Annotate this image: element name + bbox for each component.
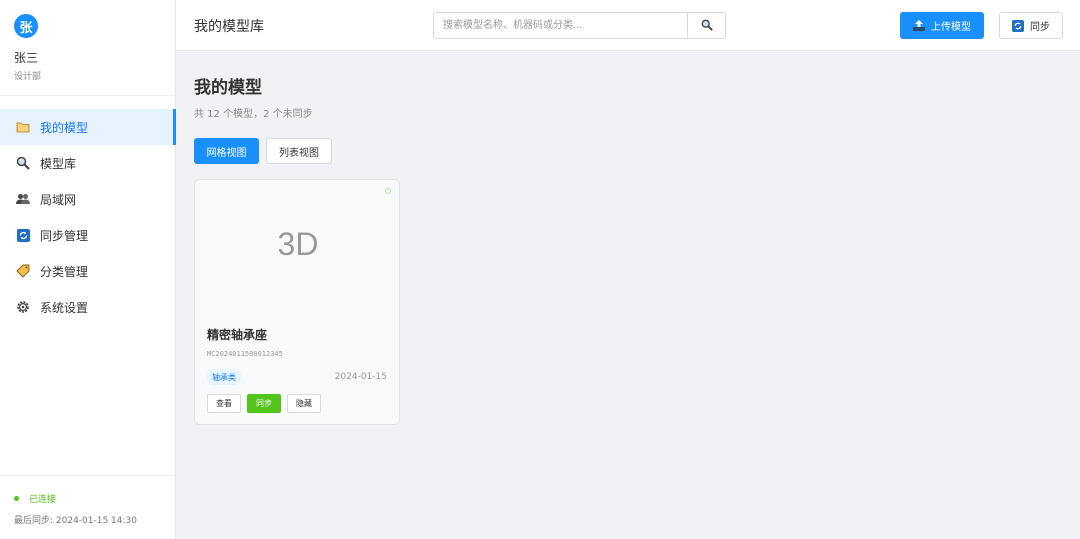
top-header: 我的模型库 上传模型 同步 <box>176 0 1080 51</box>
sidebar-item-sync-management[interactable]: 同步管理 <box>0 217 175 253</box>
sidebar-item-lan[interactable]: 局域网 <box>0 181 175 217</box>
users-icon <box>16 192 30 206</box>
card-actions: 查看 同步 隐藏 <box>207 394 327 413</box>
gear-icon <box>16 300 30 314</box>
upload-icon <box>913 20 925 31</box>
search-button[interactable] <box>687 13 725 38</box>
last-sync-time: 最后同步: 2024-01-15 14:30 <box>14 516 137 526</box>
sidebar-item-label: 同步管理 <box>40 228 89 243</box>
sidebar-item-model-library[interactable]: 模型库 <box>0 145 175 181</box>
status-dot-icon <box>14 496 19 501</box>
model-name: 精密轴承座 <box>207 328 268 342</box>
search-icon <box>16 156 30 170</box>
hide-button[interactable]: 隐藏 <box>287 394 321 413</box>
sidebar-item-label: 模型库 <box>40 156 77 171</box>
sidebar-item-label: 分类管理 <box>40 264 89 279</box>
connection-status: 已连接 最后同步: 2024-01-15 14:30 <box>0 475 175 539</box>
sidebar-item-category-management[interactable]: 分类管理 <box>0 253 175 289</box>
status-dot-icon <box>385 188 391 194</box>
user-name: 张三 <box>14 51 39 65</box>
sidebar-item-my-models[interactable]: 我的模型 <box>0 109 176 145</box>
sidebar-item-label: 局域网 <box>40 192 77 207</box>
sidebar: 张 张三 设计部 我的模型 模型库 局域网 同步管理 分类管理 系统设置 已连接… <box>0 0 176 539</box>
category-tag: 轴承类 <box>207 369 241 385</box>
model-preview: 3D <box>277 226 319 262</box>
model-card[interactable]: 3D 精密轴承座 MC2024011500012345 轴承类 2024-01-… <box>194 179 400 425</box>
connection-text: 已连接 <box>29 495 57 505</box>
search-icon <box>701 16 713 35</box>
grid-view-button[interactable]: 网格视图 <box>194 138 259 164</box>
folder-icon <box>16 120 30 134</box>
sync-button[interactable]: 同步 <box>999 12 1063 39</box>
sync-icon <box>16 228 30 242</box>
header-title: 我的模型库 <box>194 19 264 35</box>
search-box <box>433 12 726 39</box>
sync-icon <box>1012 19 1024 32</box>
sync-label: 同步 <box>1030 22 1050 33</box>
card-sync-button[interactable]: 同步 <box>247 394 281 413</box>
list-view-button[interactable]: 列表视图 <box>266 138 332 164</box>
avatar[interactable]: 张 <box>14 14 38 38</box>
model-machine-code: MC2024011500012345 <box>207 350 283 358</box>
main-content: 我的模型 共 12 个模型，2 个未同步 网格视图 列表视图 3D 精密轴承座 … <box>176 51 1080 539</box>
user-department: 设计部 <box>14 72 42 82</box>
sidebar-nav: 我的模型 模型库 局域网 同步管理 分类管理 系统设置 <box>0 109 176 325</box>
sidebar-item-label: 我的模型 <box>40 120 89 135</box>
sidebar-item-label: 系统设置 <box>40 300 89 315</box>
upload-model-button[interactable]: 上传模型 <box>900 12 984 39</box>
page-subtitle: 共 12 个模型，2 个未同步 <box>194 109 313 120</box>
model-date: 2024-01-15 <box>334 372 387 382</box>
connection-line: 已连接 <box>14 492 161 505</box>
sidebar-item-system-settings[interactable]: 系统设置 <box>0 289 175 325</box>
search-input[interactable] <box>434 13 687 38</box>
tag-icon <box>16 264 30 278</box>
user-panel: 张 张三 设计部 <box>0 0 175 96</box>
page-title: 我的模型 <box>194 78 262 98</box>
view-button[interactable]: 查看 <box>207 394 241 413</box>
upload-label: 上传模型 <box>931 22 971 33</box>
